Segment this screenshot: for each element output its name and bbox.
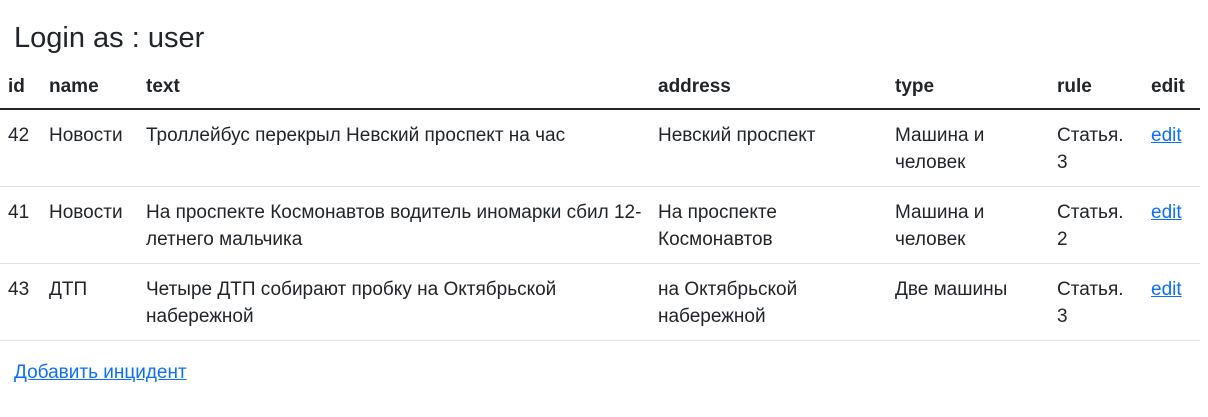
cell-type: Две машины <box>887 263 1049 341</box>
table-row: 42 Новости Троллейбус перекрыл Невский п… <box>0 109 1200 187</box>
cell-id: 43 <box>0 263 41 341</box>
incidents-table: id name text address type rule edit 42 Н… <box>0 66 1200 341</box>
cell-rule: Статья. 2 <box>1049 186 1143 264</box>
column-header-type: type <box>887 66 1049 110</box>
cell-name: Новости <box>41 109 138 187</box>
cell-rule: Статья. 3 <box>1049 263 1143 341</box>
edit-link[interactable]: edit <box>1151 202 1182 223</box>
table-header-row: id name text address type rule edit <box>0 66 1200 110</box>
cell-address: Невский проспект <box>650 109 887 187</box>
cell-id: 41 <box>0 186 41 264</box>
edit-link[interactable]: edit <box>1151 125 1182 146</box>
column-header-address: address <box>650 66 887 110</box>
column-header-name: name <box>41 66 138 110</box>
cell-text: Троллейбус перекрыл Невский проспект на … <box>138 109 650 187</box>
cell-edit: edit <box>1143 109 1200 187</box>
cell-name: Новости <box>41 186 138 264</box>
cell-text: Четыре ДТП собирают пробку на Октябрьско… <box>138 263 650 341</box>
cell-address: На проспекте Космонавтов <box>650 186 887 264</box>
cell-edit: edit <box>1143 263 1200 341</box>
cell-text: На проспекте Космонавтов водитель иномар… <box>138 186 650 264</box>
column-header-edit: edit <box>1143 66 1200 110</box>
cell-edit: edit <box>1143 186 1200 264</box>
column-header-text: text <box>138 66 650 110</box>
table-row: 41 Новости На проспекте Космонавтов води… <box>0 186 1200 264</box>
column-header-rule: rule <box>1049 66 1143 110</box>
table-row: 43 ДТП Четыре ДТП собирают пробку на Окт… <box>0 263 1200 341</box>
column-header-id: id <box>0 66 41 110</box>
cell-name: ДТП <box>41 263 138 341</box>
add-incident-link[interactable]: Добавить инцидент <box>14 360 187 386</box>
cell-type: Машина и человек <box>887 109 1049 187</box>
cell-address: на Октябрьской набережной <box>650 263 887 341</box>
cell-id: 42 <box>0 109 41 187</box>
page-title: Login as : user <box>14 22 205 54</box>
cell-type: Машина и человек <box>887 186 1049 264</box>
edit-link[interactable]: edit <box>1151 279 1182 300</box>
cell-rule: Статья. 3 <box>1049 109 1143 187</box>
